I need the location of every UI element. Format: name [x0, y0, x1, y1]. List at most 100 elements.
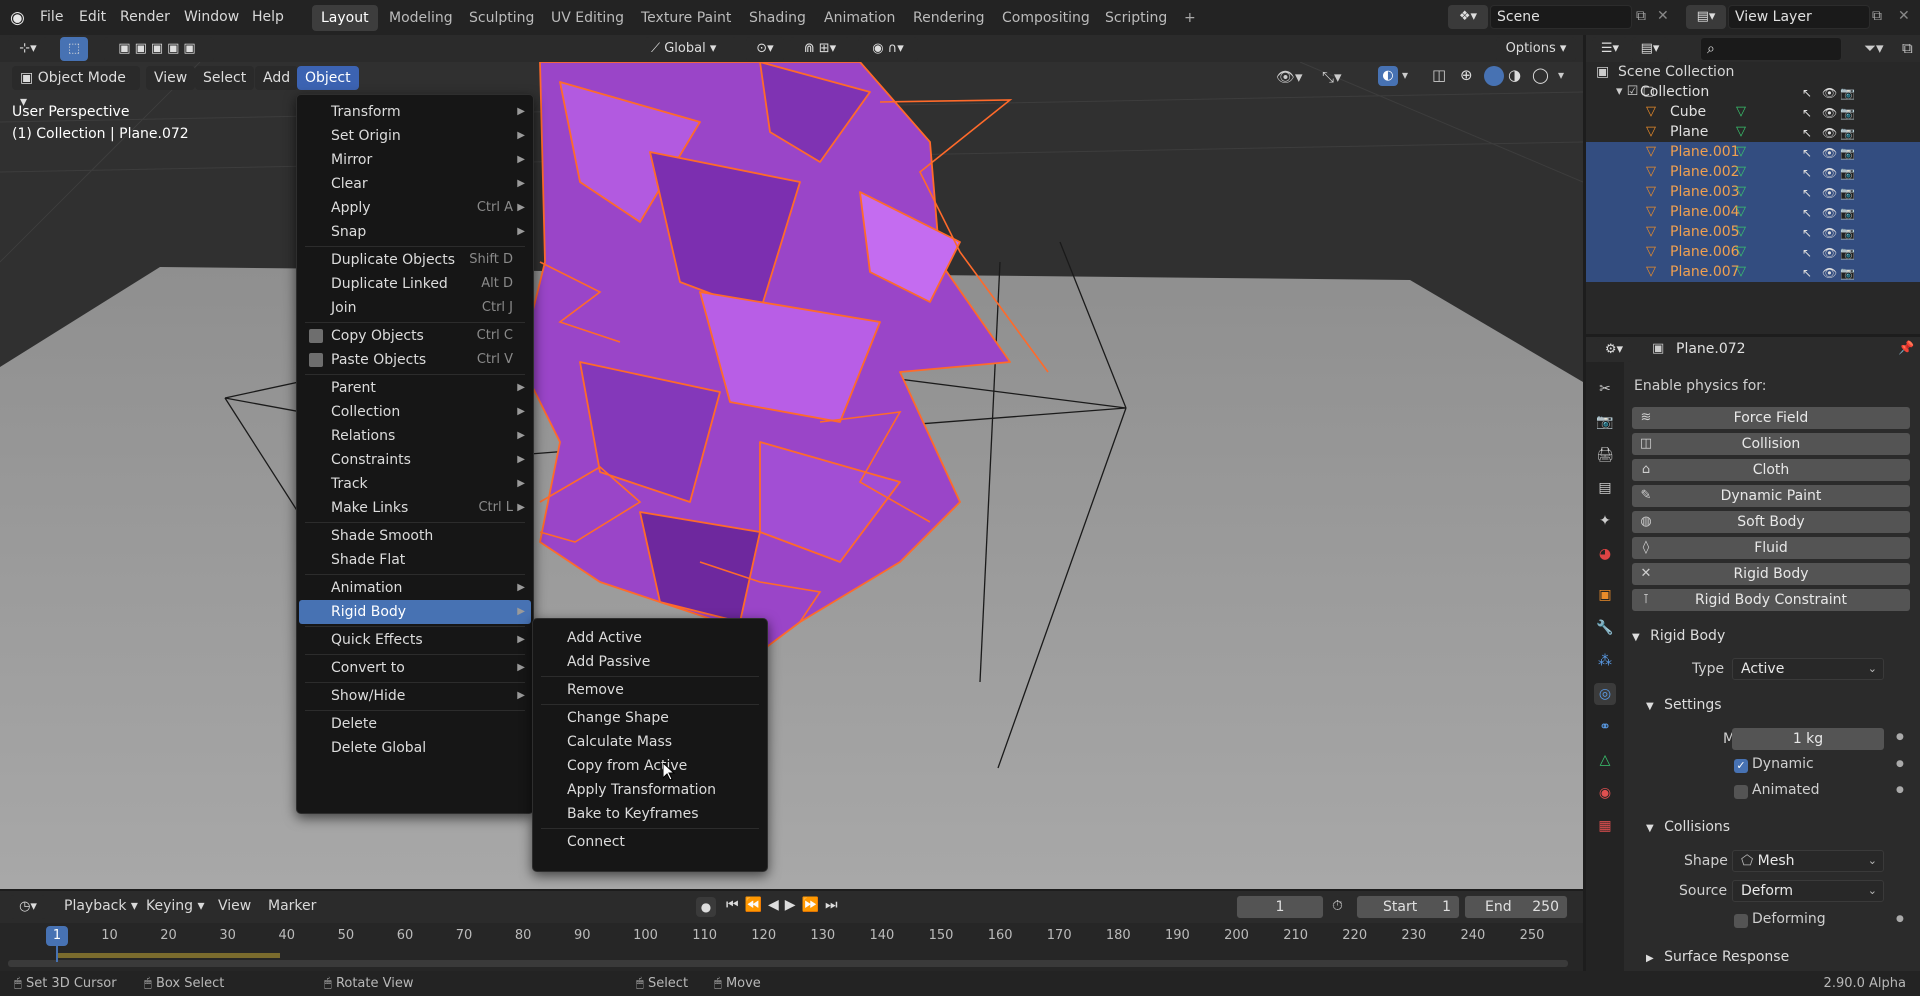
menu-window[interactable]: Window: [176, 6, 247, 28]
render-camera-icon[interactable]: 📷: [1840, 246, 1855, 260]
rigid-body-menu-item-apply-transformation[interactable]: Apply Transformation: [535, 778, 765, 802]
tab-layout[interactable]: Layout: [312, 5, 378, 31]
tab-modeling[interactable]: Modeling: [380, 5, 462, 31]
menu-item-clear[interactable]: Clear ▶: [299, 172, 531, 196]
mass-field[interactable]: 1 kg: [1732, 728, 1884, 750]
render-camera-icon[interactable]: 📷: [1840, 126, 1855, 140]
outliner-item-plane-007[interactable]: ▽ Plane.007 ▽ ↖ 👁 📷: [1586, 262, 1920, 282]
menu-edit[interactable]: Edit: [71, 6, 114, 28]
object-mode-dropdown[interactable]: ▣ Object Mode ▾: [12, 66, 140, 110]
scene-selector-icon[interactable]: ❖▾: [1448, 5, 1488, 29]
menu-item-mirror[interactable]: Mirror ▶: [299, 148, 531, 172]
tab-modifiers-icon[interactable]: 🔧: [1594, 617, 1616, 639]
render-camera-icon[interactable]: 📷: [1840, 186, 1855, 200]
pin-icon[interactable]: 📌: [1898, 341, 1914, 356]
playback-controls-icons[interactable]: ⏮⏪◀▶⏩⏭: [726, 897, 844, 913]
mesh-data-icon[interactable]: ▽: [1736, 162, 1746, 182]
tab-compositing[interactable]: Compositing: [993, 5, 1099, 31]
rigid-body-panel-header[interactable]: ▼ Rigid Body: [1626, 621, 1920, 651]
settings-subpanel-header[interactable]: ▼ Settings: [1640, 690, 1920, 720]
eye-icon[interactable]: 👁: [1822, 166, 1837, 180]
menu-help[interactable]: Help: [244, 6, 292, 28]
gizmo-icon[interactable]: ⤡▾: [1322, 68, 1342, 86]
outliner-scene-collection[interactable]: ▣ Scene Collection: [1586, 62, 1920, 82]
physics-button-rigid-body-constraint[interactable]: ⊺ Rigid Body Constraint: [1632, 589, 1910, 611]
menu-item-convert-to[interactable]: Convert to ▶: [299, 656, 531, 680]
mesh-data-icon[interactable]: ▽: [1736, 202, 1746, 222]
tab-animation[interactable]: Animation: [815, 5, 904, 31]
mesh-data-icon[interactable]: ▽: [1736, 142, 1746, 162]
rigid-body-menu-item-connect[interactable]: Connect: [535, 830, 765, 854]
tab-shading[interactable]: Shading: [740, 5, 815, 31]
physics-button-fluid[interactable]: ◊ Fluid: [1632, 537, 1910, 559]
menu-item-paste-objects[interactable]: Paste Objects Ctrl V: [299, 348, 531, 372]
current-frame-field[interactable]: 1: [1236, 895, 1324, 919]
viewport-menu-view[interactable]: View: [146, 66, 196, 90]
menu-item-apply[interactable]: Apply Ctrl A ▶: [299, 196, 531, 220]
tab-physics-icon[interactable]: ◎: [1594, 683, 1616, 705]
collisions-subpanel-header[interactable]: ▼ Collisions: [1640, 812, 1920, 842]
record-icon[interactable]: ●: [696, 897, 716, 917]
menu-item-duplicate-linked[interactable]: Duplicate Linked Alt D: [299, 272, 531, 296]
outliner-collection[interactable]: ▾ ☑ ▢ Collection ↖ 👁 📷: [1586, 82, 1920, 102]
tab-object-data-icon[interactable]: △: [1594, 749, 1616, 771]
type-dropdown[interactable]: Active ⌄: [1732, 658, 1884, 680]
preview-range-icon[interactable]: ⏱: [1332, 898, 1343, 914]
selectable-icon[interactable]: ↖: [1800, 226, 1814, 240]
start-frame-field[interactable]: Start 1: [1356, 895, 1460, 919]
outliner-search-input[interactable]: ⌕: [1700, 37, 1842, 61]
mesh-data-icon[interactable]: ▽: [1736, 122, 1746, 142]
xray-icon[interactable]: ◫: [1432, 66, 1446, 84]
mesh-data-icon[interactable]: ▽: [1736, 222, 1746, 242]
physics-button-collision[interactable]: ◫ Collision: [1632, 433, 1910, 455]
menu-item-duplicate-objects[interactable]: Duplicate Objects Shift D: [299, 248, 531, 272]
menu-item-track[interactable]: Track ▶: [299, 472, 531, 496]
surface-response-subpanel-header[interactable]: ▶ Surface Response: [1640, 942, 1920, 972]
shape-dropdown[interactable]: ⬠ Mesh ⌄: [1732, 850, 1884, 872]
material-shading-icon[interactable]: ◑: [1508, 66, 1521, 84]
playhead-frame-indicator[interactable]: 1: [46, 926, 68, 946]
blender-logo-icon[interactable]: ◉: [10, 8, 30, 28]
timeline-menu-keying[interactable]: Keying ▾: [138, 895, 213, 917]
menu-item-shade-flat[interactable]: Shade Flat: [299, 548, 531, 572]
mesh-data-icon[interactable]: ▽: [1736, 242, 1746, 262]
deforming-keyframe-icon[interactable]: ●: [1896, 914, 1904, 924]
physics-button-cloth[interactable]: ⌂ Cloth: [1632, 459, 1910, 481]
eye-icon[interactable]: 👁: [1822, 266, 1837, 280]
end-frame-field[interactable]: End 250: [1464, 895, 1568, 919]
rigid-body-menu-item-copy-from-active[interactable]: Copy from Active: [535, 754, 765, 778]
eye-icon[interactable]: 👁: [1822, 86, 1837, 100]
viewport-menu-select[interactable]: Select: [195, 66, 255, 90]
selectable-icon[interactable]: ↖: [1800, 186, 1814, 200]
visibility-icon[interactable]: 👁▾: [1276, 68, 1303, 86]
proportional-edit-icon[interactable]: ◉ ∩▾: [858, 37, 918, 61]
menu-item-delete[interactable]: Delete: [299, 712, 531, 736]
deforming-checkbox[interactable]: [1734, 914, 1748, 928]
eye-icon[interactable]: 👁: [1822, 126, 1837, 140]
tab-scripting[interactable]: Scripting: [1096, 5, 1176, 31]
outliner-item-plane-005[interactable]: ▽ Plane.005 ▽ ↖ 👁 📷: [1586, 222, 1920, 242]
tab-object-icon[interactable]: ▣: [1594, 584, 1616, 606]
menu-item-join[interactable]: Join Ctrl J: [299, 296, 531, 320]
new-collection-icon[interactable]: ⧉: [1902, 39, 1913, 57]
tab-tool-icon[interactable]: ✂: [1594, 378, 1616, 400]
render-camera-icon[interactable]: 📷: [1840, 266, 1855, 280]
pivot-point-icon[interactable]: ⊙▾: [746, 37, 784, 61]
tab-render-icon[interactable]: 📷: [1594, 411, 1616, 433]
rendered-shading-icon[interactable]: ◯: [1532, 66, 1549, 84]
properties-editor-type-icon[interactable]: ⚙▾: [1596, 338, 1632, 362]
rigid-body-menu-item-remove[interactable]: Remove: [535, 678, 765, 702]
outliner-item-plane-002[interactable]: ▽ Plane.002 ▽ ↖ 👁 📷: [1586, 162, 1920, 182]
menu-file[interactable]: File: [32, 6, 71, 28]
selectable-icon[interactable]: ↖: [1800, 146, 1814, 160]
tab-constraints-icon[interactable]: ⚭: [1594, 716, 1616, 738]
menu-item-constraints[interactable]: Constraints ▶: [299, 448, 531, 472]
rigid-body-menu-item-bake-to-keyframes[interactable]: Bake to Keyframes: [535, 802, 765, 826]
outliner-item-cube[interactable]: ▽ Cube ▽ ↖ 👁 📷: [1586, 102, 1920, 122]
selectable-icon[interactable]: ↖: [1800, 106, 1814, 120]
3d-viewport[interactable]: [0, 62, 1583, 889]
new-view-layer-icon[interactable]: ⧉: [1872, 8, 1882, 24]
menu-item-collection[interactable]: Collection ▶: [299, 400, 531, 424]
tab-texture-paint[interactable]: Texture Paint: [632, 5, 740, 31]
solid-shading-icon[interactable]: [1484, 66, 1504, 86]
